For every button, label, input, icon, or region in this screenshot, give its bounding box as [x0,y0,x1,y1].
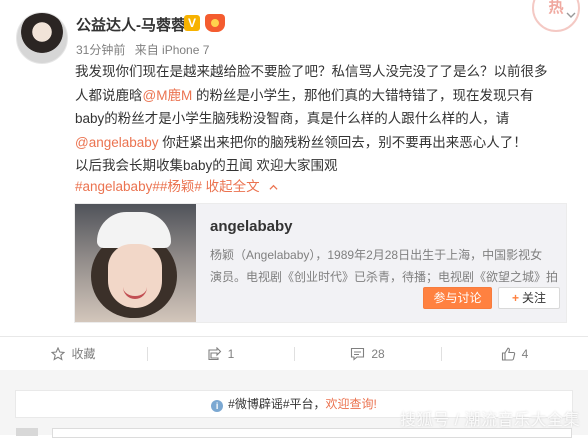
post-source: 来自 iPhone 7 [134,43,210,57]
like-count: 4 [521,346,529,361]
card-photo[interactable] [75,204,196,322]
comment-button[interactable]: 28 [294,337,441,370]
post-line: 人都说鹿晗@M鹿M 的粉丝是小学生，那他们真的大错特错了，现在发现只有 [75,84,565,108]
rumor-link[interactable]: 欢迎查询! [326,397,377,411]
repost-count: 1 [227,346,235,361]
card-desc-line: 演员。电视剧《创业时代》已杀青，待播；电视剧《欲望之城》拍 [210,270,559,284]
topic-tags: #angelababy##杨颖# 收起全文 [75,177,278,197]
follow-button[interactable]: + 关注 [498,287,560,309]
post-meta: 31分钟前 来自 iPhone 7 [76,41,215,58]
comment-icon [351,347,365,361]
post-text-fragment: 人都说鹿晗 [75,87,143,103]
user-name[interactable]: 公益达人-马蓉蓉 [76,14,186,35]
user-avatar[interactable] [16,12,68,64]
discuss-button[interactable]: 参与讨论 [423,287,492,309]
card-title[interactable]: angelababy [210,218,293,235]
chevron-up-icon[interactable] [269,183,278,192]
card-description: 杨颖（Angelababy），1989年2月28日出生于上海，中国影视女 演员。… [210,244,560,288]
verified-icon: V [184,15,200,31]
topic-card[interactable]: angelababy 杨颖（Angelababy），1989年2月28日出生于上… [74,203,567,323]
chevron-down-icon[interactable] [566,10,576,20]
topic-tag[interactable]: #杨颖# [160,179,202,194]
thumbs-up-icon [501,347,515,361]
post-time[interactable]: 31分钟前 [76,43,125,57]
follow-label: 关注 [522,291,547,305]
like-button[interactable]: 4 [441,337,588,370]
vip-member-icon[interactable] [205,14,225,32]
favorite-button[interactable]: 收藏 [0,337,147,370]
watermark: 搜狐号 / 潮流音乐大全集 [400,412,580,429]
post-line: 以后我会长期收集baby的丑闻 欢迎大家围观 [75,158,338,174]
post-body: 我发现你们现在是越来越给脸不要脸了吧？私信骂人没完没了了是么？以前很多 人都说鹿… [75,60,565,178]
rumor-tag[interactable]: #微博辟谣#平台， [228,397,325,411]
photo-shape [97,212,171,248]
post-text-fragment: 的粉丝是小学生，那他们真的大错特错了，现在发现只有 [192,87,534,103]
repost-icon [208,346,221,360]
card-desc-line: 杨颖（Angelababy），1989年2月28日出生于上海，中国影视女 [210,248,543,262]
comment-count: 28 [371,346,385,361]
repost-button[interactable]: 1 [147,337,294,370]
post-line: baby的粉丝才是小学生脑残粉没智商，真是什么样的人跟什么样的人，请 [75,111,510,127]
favorite-label: 收藏 [71,347,96,361]
action-bar: 收藏 1 28 4 [0,337,588,370]
plus-icon: + [511,291,519,305]
topic-tag[interactable]: #angelababy# [75,179,160,194]
post-line: 我发现你们现在是越来越给脸不要脸了吧？私信骂人没完没了了是么？以前很多 [75,64,548,79]
star-icon [51,346,66,361]
collapse-link[interactable]: 收起全文 [206,179,260,194]
mention-link[interactable]: @M鹿M [143,88,193,103]
info-icon: i [211,400,224,412]
post-line: @angelababy 你赶紧出来把你的脑残粉丝领回去，别不要再出来恶心人了！ [75,131,565,155]
mention-link[interactable]: @angelababy [75,135,159,150]
post-text-fragment: 你赶紧出来把你的脑残粉丝领回去，别不要再出来恶心人了！ [158,134,527,150]
